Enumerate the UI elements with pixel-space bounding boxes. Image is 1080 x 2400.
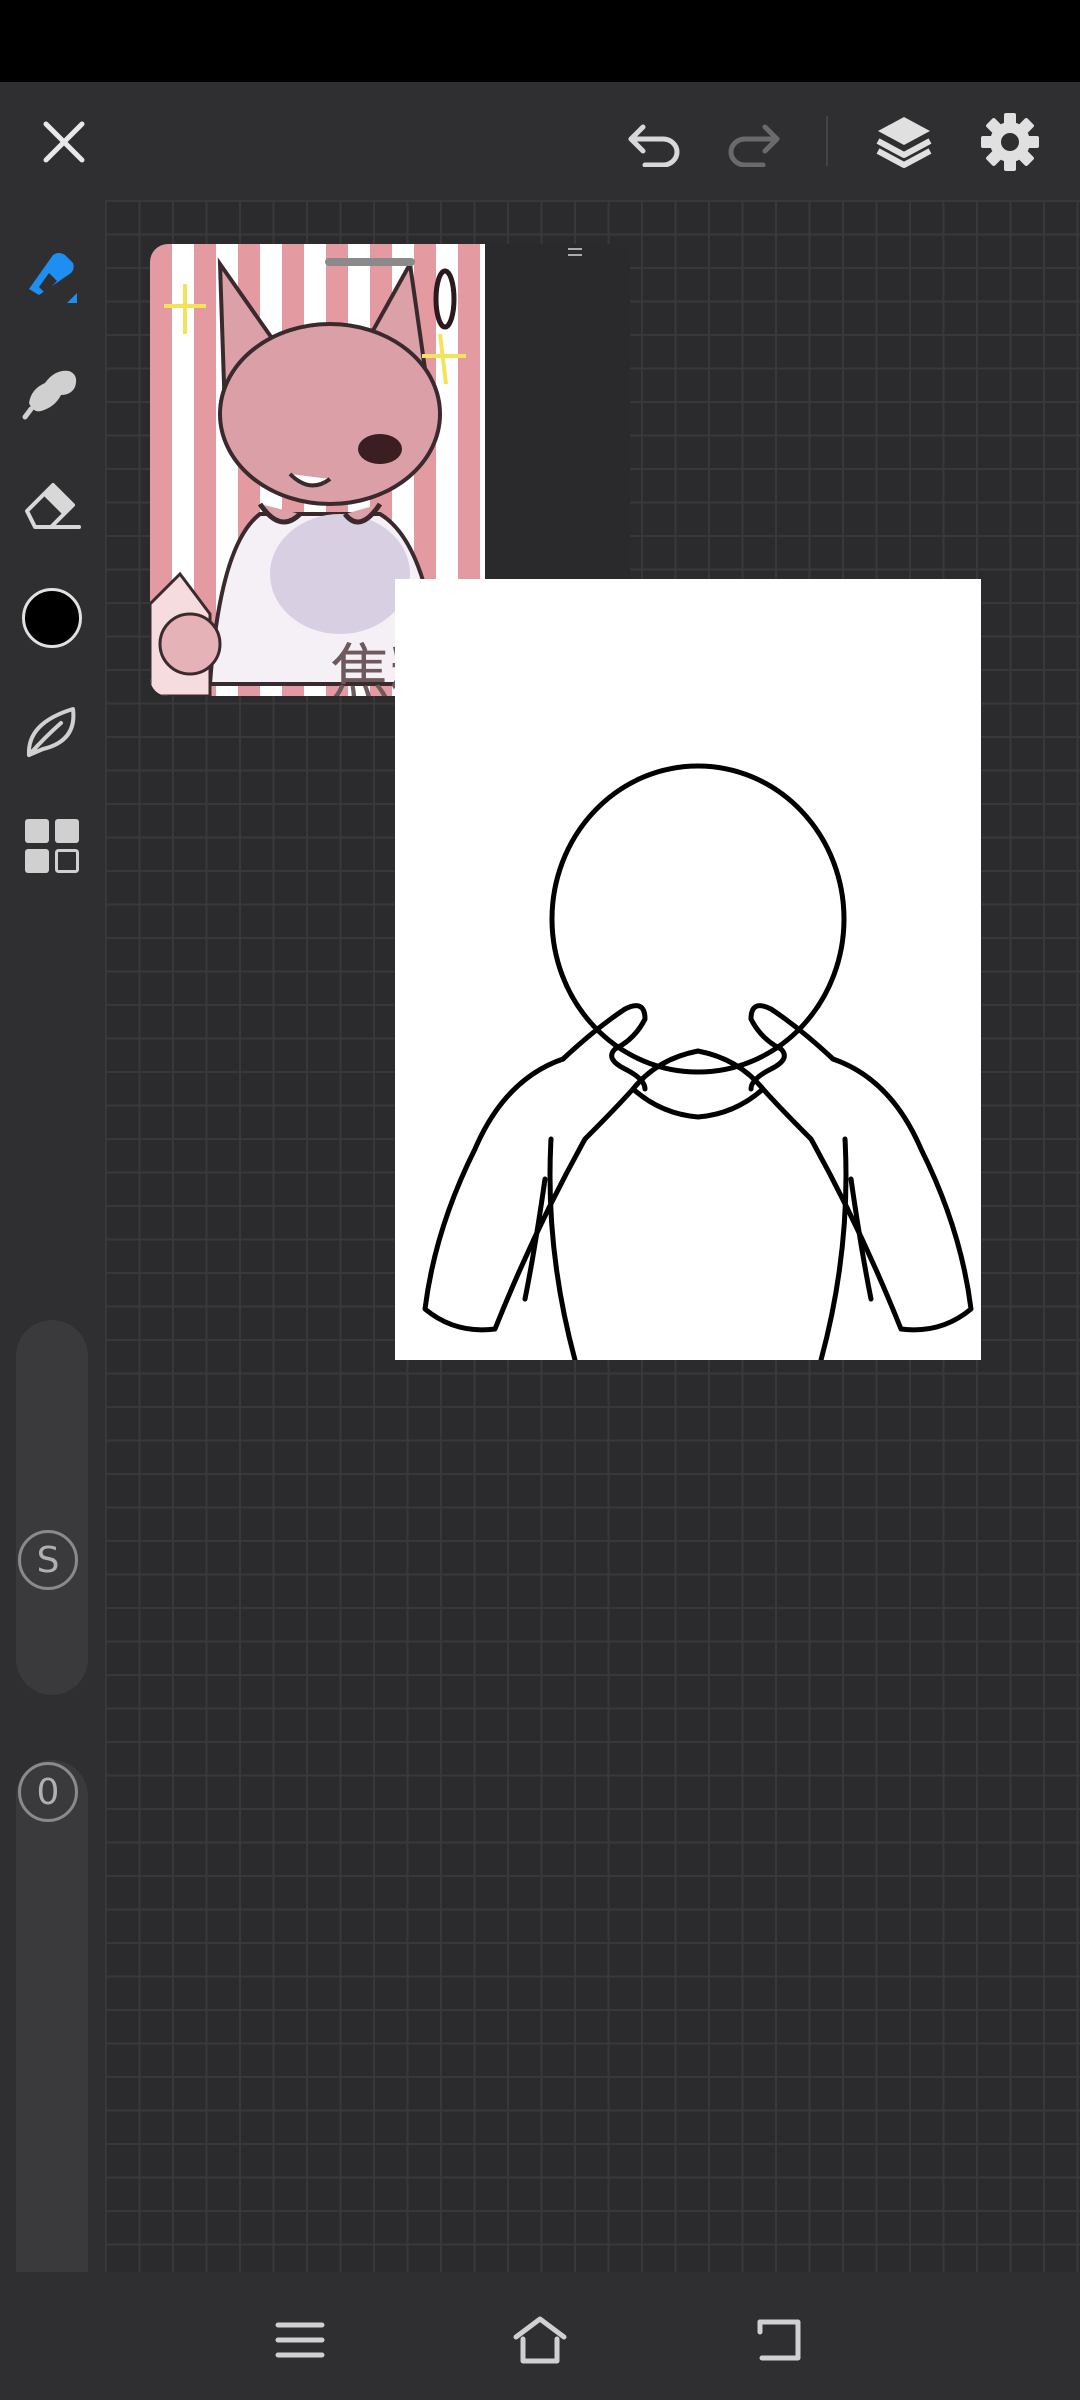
grid-icon (25, 819, 79, 873)
system-nav-bar (0, 2272, 1080, 2400)
color-swatch (22, 588, 82, 648)
gallery-button[interactable] (12, 806, 92, 886)
gear-icon (981, 113, 1039, 171)
close-button[interactable] (28, 106, 100, 178)
layers-icon (876, 117, 932, 168)
menu-button[interactable] (260, 2300, 340, 2380)
menu-icon (275, 2322, 325, 2358)
size-slider-label[interactable]: S (18, 1530, 78, 1590)
smudge-icon (22, 370, 77, 420)
layers-button[interactable] (866, 104, 942, 180)
undo-icon (628, 124, 680, 167)
status-bar (0, 0, 1080, 82)
size-slider[interactable] (16, 1320, 88, 1695)
undo-button[interactable] (620, 106, 692, 178)
pen-icon (29, 253, 77, 303)
home-icon (513, 2316, 567, 2364)
leaf-icon (26, 707, 76, 757)
color-button[interactable] (12, 578, 92, 658)
redo-button[interactable] (716, 106, 788, 178)
eraser-icon (25, 483, 81, 529)
pen-tool-button[interactable] (12, 236, 92, 316)
back-icon (757, 2319, 801, 2361)
reference-drag-handle[interactable] (325, 258, 415, 266)
drawing-canvas[interactable] (395, 579, 981, 1363)
back-button[interactable] (740, 2300, 820, 2380)
reference-menu-handle[interactable] (568, 248, 582, 256)
opacity-slider[interactable] (16, 1760, 88, 2330)
toolbar-divider (826, 116, 828, 166)
brush-library-button[interactable] (12, 692, 92, 772)
smudge-tool-button[interactable] (12, 350, 92, 430)
home-button[interactable] (500, 2300, 580, 2380)
close-icon (43, 121, 85, 163)
settings-button[interactable] (972, 104, 1048, 180)
line-art (422, 763, 974, 1363)
eraser-tool-button[interactable] (12, 464, 92, 544)
opacity-slider-label[interactable]: 0 (18, 1762, 78, 1822)
left-toolbar: S 0 (0, 200, 105, 2330)
redo-icon (728, 124, 780, 167)
top-toolbar (0, 82, 1080, 200)
